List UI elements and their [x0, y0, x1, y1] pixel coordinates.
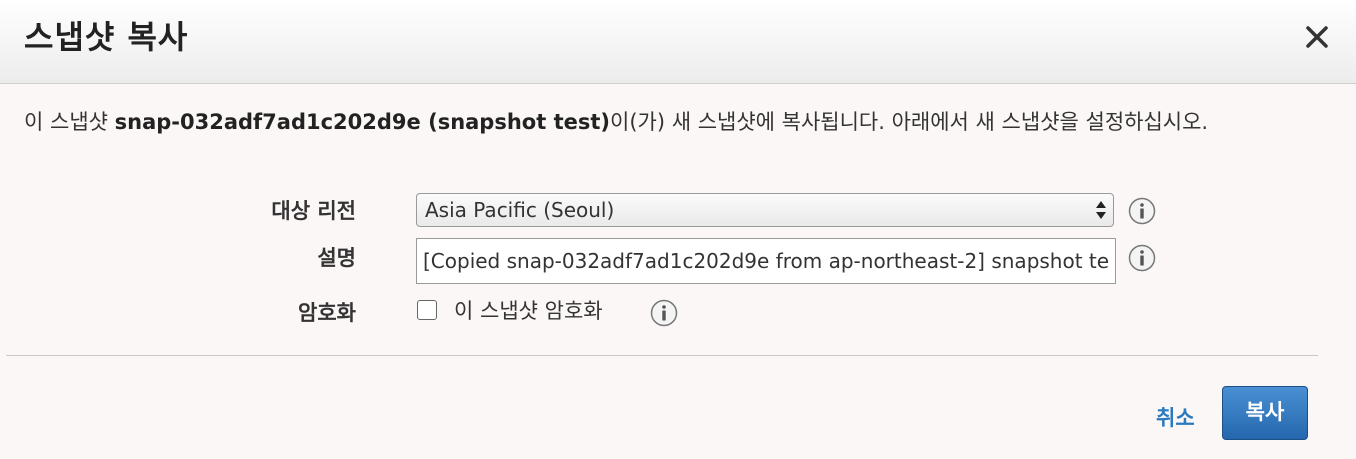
snapshot-reference: snap-032adf7ad1c202d9e (snapshot test) [114, 110, 610, 134]
encryption-info-icon[interactable] [650, 299, 678, 327]
description-info-icon[interactable] [1128, 244, 1156, 272]
dialog-title: 스냅샷 복사 [24, 18, 189, 56]
close-icon[interactable] [1302, 22, 1332, 52]
encryption-row: 암호화 이 스냅샷 암호화 [0, 295, 1356, 335]
encryption-checkbox-label[interactable]: 이 스냅샷 암호화 [454, 295, 603, 325]
select-arrows-icon [1096, 201, 1106, 219]
description-input[interactable] [416, 238, 1116, 284]
dialog-header: 스냅샷 복사 [0, 0, 1356, 84]
description-label: 설명 [317, 246, 356, 270]
description-row: 설명 [0, 238, 1356, 284]
region-info-icon[interactable] [1128, 197, 1156, 225]
cancel-button[interactable]: 취소 [1156, 402, 1195, 432]
encryption-checkbox[interactable] [417, 300, 437, 320]
description-prefix: 이 스냅샷 [24, 110, 115, 134]
footer-divider [6, 355, 1318, 356]
dialog-description: 이 스냅샷 snap-032adf7ad1c202d9e (snapshot t… [24, 104, 1314, 140]
encryption-label: 암호화 [298, 301, 356, 325]
copy-snapshot-dialog: 스냅샷 복사 이 스냅샷 snap-032adf7ad1c202d9e (sna… [0, 0, 1356, 459]
description-suffix: 이(가) 새 스냅샷에 복사됩니다. 아래에서 새 스냅샷을 설정하십시오. [610, 110, 1209, 134]
region-row: 대상 리전 Asia Pacific (Seoul) [0, 193, 1356, 233]
region-select[interactable]: Asia Pacific (Seoul) [416, 193, 1114, 227]
region-selected-value: Asia Pacific (Seoul) [425, 198, 615, 222]
region-label: 대상 리전 [271, 199, 356, 223]
copy-button[interactable]: 복사 [1222, 386, 1308, 440]
